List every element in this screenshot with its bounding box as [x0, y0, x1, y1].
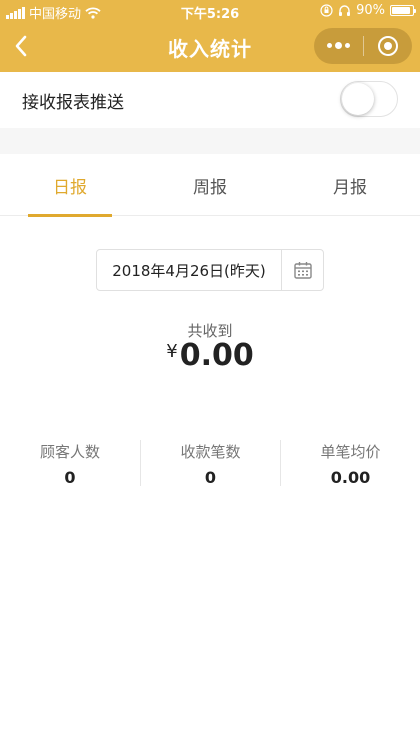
header: 中国移动 下午5:26 90% 收入统计: [0, 0, 420, 72]
stat-label: 顾客人数: [39, 443, 100, 461]
date-picker[interactable]: 2018年4月26日(昨天): [96, 249, 324, 291]
stats-row: 顾客人数 0 收款笔数 0 单笔均价 0.00: [0, 440, 420, 487]
stat-label: 收款笔数: [180, 443, 241, 461]
push-toggle[interactable]: [340, 81, 398, 117]
calendar-button[interactable]: [282, 250, 323, 290]
currency-symbol: ¥: [166, 341, 178, 362]
status-bar: 中国移动 下午5:26 90%: [0, 0, 420, 22]
push-setting-row: 接收报表推送: [0, 72, 420, 128]
battery-icon: [390, 5, 416, 16]
close-mini-program-button[interactable]: [364, 28, 413, 64]
more-dots-icon: [326, 42, 350, 49]
stat-label: 单笔均价: [320, 443, 381, 461]
close-target-icon: [377, 36, 398, 56]
toggle-knob: [342, 83, 374, 115]
total-amount: ¥0.00: [0, 338, 420, 373]
push-setting-label: 接收报表推送: [22, 92, 124, 113]
stat-value: 0.00: [330, 468, 371, 487]
battery-percent: 90%: [356, 3, 385, 18]
tab-monthly[interactable]: 月报: [280, 154, 420, 216]
stat-average-price: 单笔均价 0.00: [280, 440, 420, 487]
headphones-icon: [339, 5, 351, 16]
mini-program-capsule: [314, 28, 412, 64]
stat-value: 0: [64, 468, 76, 487]
stat-value: 0: [204, 468, 217, 487]
tab-weekly[interactable]: 周报: [140, 154, 280, 216]
more-button[interactable]: [314, 28, 363, 64]
calendar-icon: [293, 262, 312, 279]
section-spacer: [0, 128, 420, 154]
tab-daily[interactable]: 日报: [0, 154, 140, 217]
stat-customers: 顾客人数 0: [0, 440, 140, 487]
total-amount-value: 0.00: [179, 338, 254, 373]
orientation-lock-icon: [320, 4, 333, 17]
stat-transactions: 收款笔数 0: [140, 440, 280, 487]
report-tabs: 日报 周报 月报: [0, 154, 420, 217]
status-right: 90%: [320, 3, 416, 18]
selected-date[interactable]: 2018年4月26日(昨天): [97, 250, 282, 290]
